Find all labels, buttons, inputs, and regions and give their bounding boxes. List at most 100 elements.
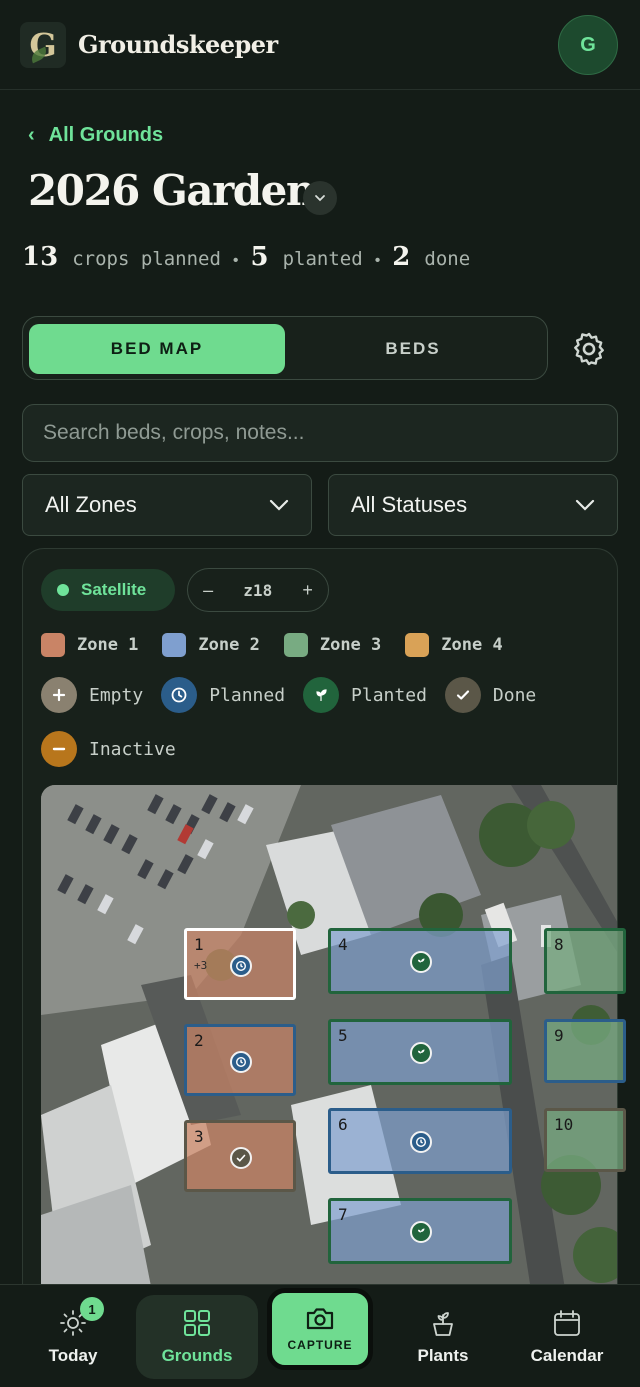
search-input[interactable]: Search beds, crops, notes... <box>22 404 618 462</box>
clock-icon <box>410 1131 432 1153</box>
bed-map-panel: Satellite – z18 + Zone 1 Zone 2 Zone 3 Z… <box>22 548 618 1387</box>
zone-legend: Zone 1 Zone 2 Zone 3 Zone 4 <box>41 633 527 657</box>
grid-icon <box>184 1310 210 1336</box>
nav-calendar-label: Calendar <box>530 1345 604 1365</box>
bed-3[interactable]: 3 <box>184 1120 296 1192</box>
zone-filter-select[interactable]: All Zones <box>22 474 312 536</box>
done-count: 2 <box>392 242 411 272</box>
title-dropdown-button[interactable] <box>303 181 337 215</box>
chevron-down-icon <box>575 499 595 511</box>
bed-number: 5 <box>338 1026 348 1045</box>
zone-1-swatch <box>41 633 65 657</box>
clock-icon <box>161 677 198 713</box>
nav-grounds-label: Grounds <box>161 1346 233 1365</box>
separator-dot: • <box>374 252 381 269</box>
nav-plants[interactable]: Plants <box>398 1285 488 1387</box>
bed-6[interactable]: 6 <box>328 1108 512 1174</box>
bed-2[interactable]: 2 <box>184 1024 296 1096</box>
status-legend: Empty Planned Planted Done <box>41 677 554 713</box>
avatar[interactable]: G <box>558 15 618 75</box>
done-label: done <box>424 248 471 270</box>
planted-label: planted <box>282 248 363 270</box>
zone-1-label: Zone 1 <box>77 635 139 655</box>
status-done-label: Done <box>492 684 537 706</box>
bed-number: 3 <box>194 1127 204 1146</box>
minus-icon <box>41 731 77 767</box>
satellite-layer-toggle[interactable]: Satellite <box>41 569 175 611</box>
bed-9[interactable]: 9 <box>544 1019 626 1083</box>
bed-1[interactable]: 1 +3 <box>184 928 296 1000</box>
plant-pot-icon <box>433 1311 453 1336</box>
bed-number: 9 <box>554 1026 564 1045</box>
layer-label: Satellite <box>81 580 147 599</box>
status-inactive-label: Inactive <box>89 738 176 760</box>
capture-button[interactable]: CAPTURE <box>267 1288 373 1370</box>
tab-bed-map[interactable]: BED MAP <box>29 324 285 374</box>
planted-count: 5 <box>250 242 269 272</box>
bed-5[interactable]: 5 <box>328 1019 512 1085</box>
nav-plants-label: Plants <box>417 1345 469 1365</box>
bed-number: 6 <box>338 1115 348 1134</box>
bed-7[interactable]: 7 <box>328 1198 512 1264</box>
chevron-down-icon <box>269 499 289 511</box>
today-badge: 1 <box>80 1297 104 1321</box>
chevron-down-icon <box>315 195 325 202</box>
nav-calendar[interactable]: Calendar <box>522 1285 612 1387</box>
bed-number: 10 <box>554 1115 574 1134</box>
tab-beds[interactable]: BEDS <box>285 324 541 374</box>
zone-2-label: Zone 2 <box>198 635 260 655</box>
capture-label: CAPTURE <box>287 1338 353 1352</box>
nav-grounds[interactable]: Grounds <box>136 1295 258 1379</box>
app-title: Groundskeeper <box>78 30 278 59</box>
stats-summary: 13 crops planned • 5 planted • 2 done <box>22 242 470 272</box>
zone-4-swatch <box>405 633 430 657</box>
search-placeholder: Search beds, crops, notes... <box>43 421 305 444</box>
separator-dot: • <box>232 252 239 269</box>
bed-number: 8 <box>554 935 564 954</box>
camera-icon <box>306 1308 334 1330</box>
app-header: G Groundskeeper G <box>0 0 640 90</box>
status-empty-label: Empty <box>89 684 144 706</box>
zoom-level: z18 <box>243 580 273 600</box>
nav-today-label: Today <box>48 1345 98 1365</box>
bed-8[interactable]: 8 <box>544 928 626 994</box>
nav-today[interactable]: Today <box>28 1285 118 1387</box>
back-link[interactable]: ‹ All Grounds <box>28 124 163 147</box>
sprout-icon <box>410 1042 432 1064</box>
gear-icon[interactable] <box>570 330 608 368</box>
bed-extra-count: +3 <box>194 959 208 972</box>
sprout-icon <box>303 677 340 713</box>
plus-icon <box>41 677 77 713</box>
zoom-control: – z18 + <box>187 568 329 612</box>
status-planned-label: Planned <box>209 684 286 706</box>
bed-number: 1 <box>194 935 204 954</box>
status-dot-icon <box>57 584 69 596</box>
bed-number: 4 <box>338 935 348 954</box>
page-title: 2026 Garden <box>28 166 316 215</box>
zone-3-swatch <box>283 633 308 657</box>
zoom-out-button[interactable]: – <box>203 580 213 601</box>
zoom-in-button[interactable]: + <box>302 580 313 601</box>
zone-filter-value: All Zones <box>45 492 137 517</box>
clock-icon <box>230 1051 252 1073</box>
status-planted-label: Planted <box>351 684 427 706</box>
check-icon <box>444 677 481 713</box>
app-logo[interactable]: G <box>20 21 66 68</box>
sprout-icon <box>410 951 432 973</box>
sprout-icon <box>410 1221 432 1243</box>
clock-icon <box>230 955 252 977</box>
zone-3-label: Zone 3 <box>319 635 382 655</box>
check-icon <box>230 1147 252 1169</box>
view-toggle: BED MAP BEDS <box>22 316 548 380</box>
status-legend-row-2: Inactive <box>41 731 194 767</box>
bed-number: 2 <box>194 1031 204 1050</box>
bed-10[interactable]: 10 <box>544 1108 626 1172</box>
bed-4[interactable]: 4 <box>328 928 512 994</box>
back-link-label: All Grounds <box>48 124 164 146</box>
status-filter-select[interactable]: All Statuses <box>328 474 618 536</box>
status-filter-value: All Statuses <box>351 492 468 517</box>
zone-4-label: Zone 4 <box>441 635 503 655</box>
calendar-icon <box>554 1309 580 1336</box>
bed-number: 7 <box>338 1205 348 1224</box>
planned-count: 13 <box>22 242 59 272</box>
